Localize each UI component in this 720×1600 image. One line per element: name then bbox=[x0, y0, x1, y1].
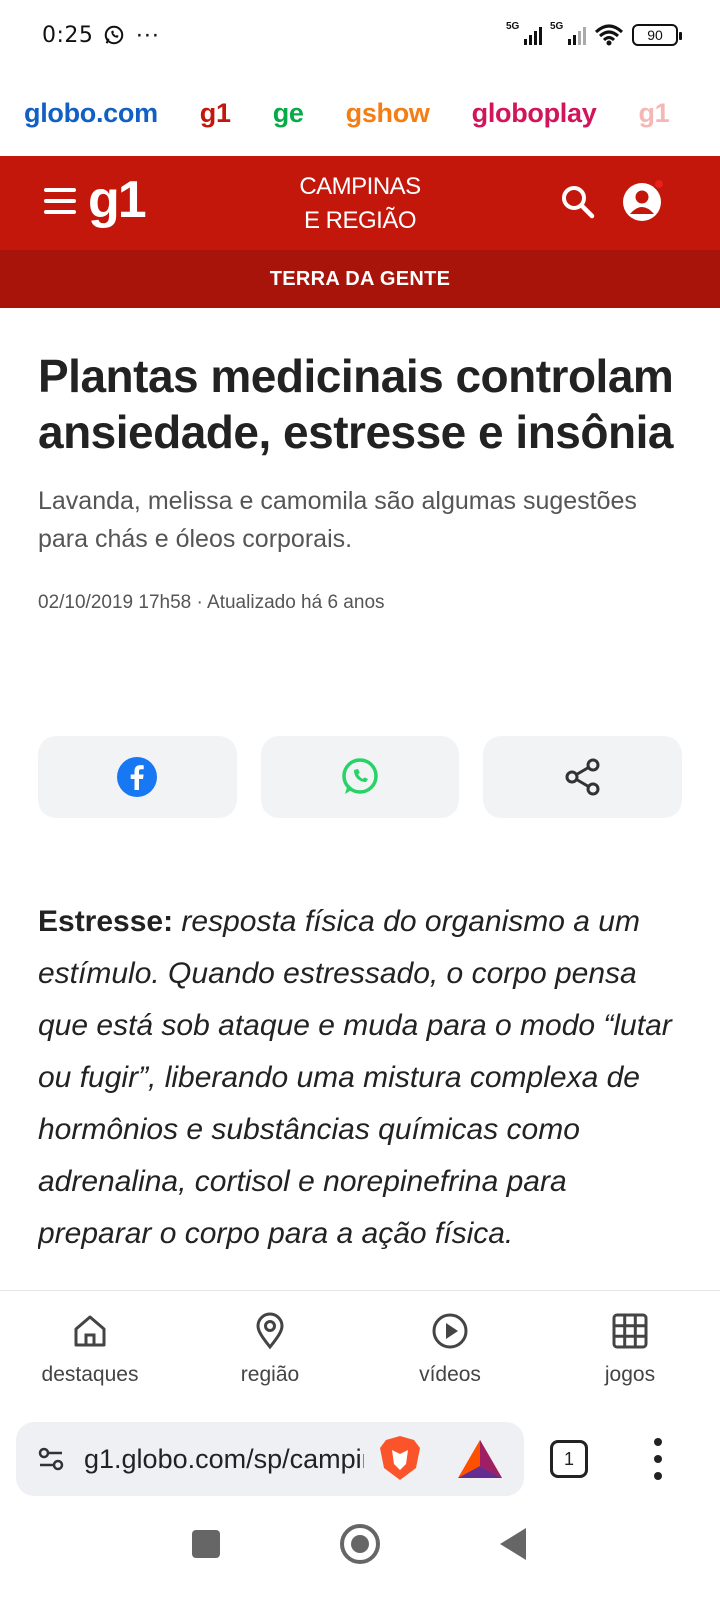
more-notifications-icon: ··· bbox=[135, 21, 160, 48]
article-header: Plantas medicinais controlam ansiedade, … bbox=[38, 308, 688, 614]
brand-link[interactable]: ge bbox=[273, 98, 304, 129]
nav-item-destaques[interactable]: destaques bbox=[0, 1291, 180, 1410]
search-icon[interactable] bbox=[560, 184, 596, 220]
brave-rewards-icon[interactable] bbox=[456, 1438, 504, 1480]
share-facebook-button[interactable] bbox=[38, 736, 237, 818]
tab-switcher-button[interactable]: 1 bbox=[550, 1440, 588, 1478]
nav-label: vídeos bbox=[419, 1363, 481, 1386]
whatsapp-icon bbox=[342, 758, 378, 794]
body-term: Estresse: bbox=[38, 905, 174, 938]
signal-icon: 5G bbox=[550, 21, 586, 45]
status-bar: 0:25 ··· 5G 5G 90 bbox=[0, 0, 720, 70]
region-title: CAMPINAS E REGIÃO bbox=[299, 173, 421, 234]
url-text[interactable]: g1.globo.com/sp/campinas-regiao bbox=[84, 1444, 364, 1475]
notification-dot bbox=[653, 178, 665, 190]
recent-apps-button[interactable] bbox=[192, 1530, 220, 1558]
facebook-icon bbox=[117, 757, 158, 797]
back-button[interactable] bbox=[500, 1528, 526, 1560]
browser-toolbar: g1.globo.com/sp/campinas-regiao 1 bbox=[0, 1410, 720, 1506]
nav-item-videos[interactable]: vídeos bbox=[360, 1291, 540, 1410]
location-pin-icon bbox=[256, 1312, 284, 1350]
nav-label: região bbox=[240, 1363, 300, 1386]
whatsapp-icon bbox=[105, 25, 124, 45]
article-subtitle: Lavanda, melissa e camomila são algumas … bbox=[38, 487, 637, 553]
bottom-navigation: destaques região vídeos jogos bbox=[0, 1290, 720, 1410]
browser-menu-icon[interactable] bbox=[654, 1438, 662, 1480]
brand-link[interactable]: globo.com bbox=[24, 98, 158, 129]
signal-icon: 5G bbox=[506, 21, 542, 45]
site-header: g1 CAMPINAS E REGIÃO bbox=[0, 156, 720, 250]
grid-icon bbox=[612, 1313, 648, 1349]
article-date: 02/10/2019 17h58 · Atualizado há 6 anos bbox=[38, 592, 385, 613]
system-navigation bbox=[0, 1506, 720, 1600]
share-bar bbox=[38, 736, 683, 818]
share-more-button[interactable] bbox=[483, 736, 683, 818]
wifi-icon bbox=[594, 24, 624, 46]
address-bar[interactable]: g1.globo.com/sp/campinas-regiao bbox=[16, 1422, 524, 1496]
brand-link[interactable]: g1 bbox=[200, 98, 231, 129]
section-banner[interactable]: TERRA DA GENTE bbox=[0, 250, 720, 308]
home-button[interactable] bbox=[340, 1524, 380, 1564]
share-icon bbox=[565, 758, 600, 796]
nav-item-jogos[interactable]: jogos bbox=[540, 1291, 720, 1410]
clock: 0:25 bbox=[42, 22, 94, 48]
play-icon bbox=[432, 1313, 468, 1349]
body-definition: resposta física do organismo a um estímu… bbox=[38, 905, 672, 1250]
article-title: Plantas medicinais controlam ansiedade, … bbox=[38, 350, 674, 458]
brand-link[interactable]: globoplay bbox=[472, 98, 597, 129]
nav-label: jogos bbox=[604, 1363, 656, 1386]
article-body: Estresse: resposta física do organismo a… bbox=[38, 896, 688, 1290]
brave-shields-icon[interactable] bbox=[378, 1434, 422, 1482]
share-whatsapp-button[interactable] bbox=[260, 736, 460, 818]
brand-link[interactable]: g1 bbox=[638, 98, 669, 129]
home-icon bbox=[74, 1315, 106, 1347]
nav-item-regiao[interactable]: região bbox=[180, 1291, 360, 1410]
battery-indicator: 90 bbox=[632, 24, 682, 46]
nav-label: destaques bbox=[41, 1363, 139, 1386]
globo-brands-bar: globo.com g1 ge gshow globoplay g1 bbox=[0, 70, 720, 156]
brand-link[interactable]: gshow bbox=[346, 98, 430, 129]
site-settings-icon[interactable] bbox=[36, 1444, 66, 1474]
